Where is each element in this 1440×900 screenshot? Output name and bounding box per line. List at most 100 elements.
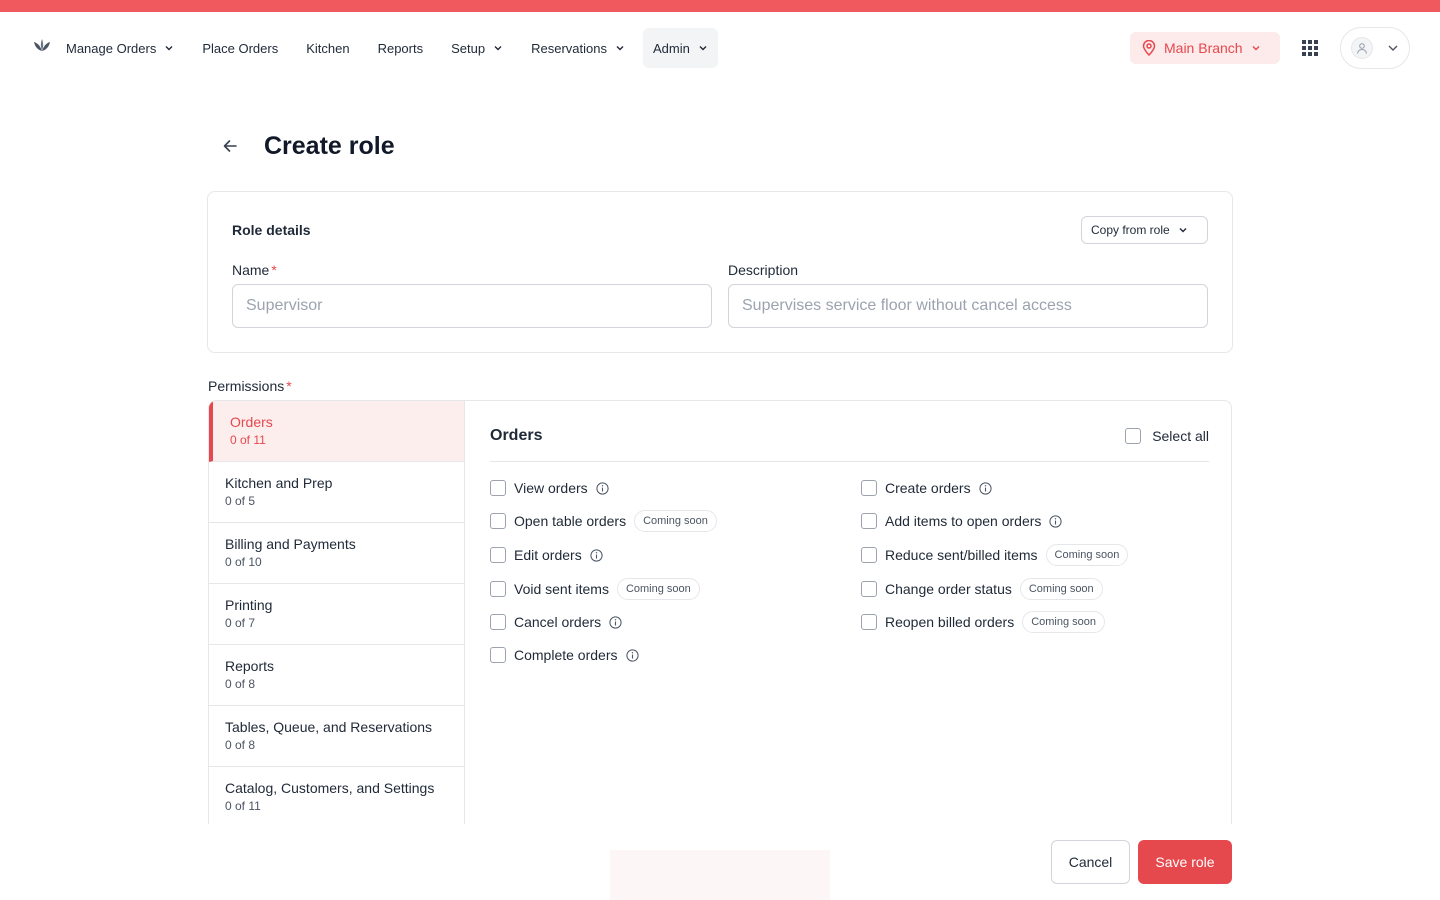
permission-label: Reduce sent/billed items (885, 547, 1038, 563)
coming-soon-badge: Coming soon (1019, 578, 1103, 600)
user-icon (1356, 43, 1368, 54)
permission-label: Void sent items (514, 581, 609, 597)
user-menu[interactable] (1340, 27, 1410, 69)
permission-checkbox[interactable] (861, 480, 877, 496)
permission-checkbox[interactable] (861, 513, 877, 529)
permission-checkbox[interactable] (490, 480, 506, 496)
permission-checkbox[interactable] (490, 614, 506, 630)
avatar (1351, 37, 1373, 59)
permissions-header: Orders Select all (490, 427, 1209, 462)
permission-checkbox[interactable] (490, 513, 506, 529)
permission-item[interactable]: Edit orders (490, 544, 603, 566)
permission-label: View orders (514, 480, 588, 496)
category-item[interactable]: Tables, Queue, and Reservations 0 of 8 (209, 706, 464, 767)
copy-from-role-label: Copy from role (1091, 223, 1170, 237)
background-panel (610, 850, 830, 900)
category-count: 0 of 8 (225, 677, 256, 691)
permission-item[interactable]: Reopen billed orders Coming soon (861, 611, 1106, 633)
nav-item-setup[interactable]: Setup (441, 28, 513, 68)
category-name: Reports (225, 658, 275, 674)
permission-item[interactable]: Open table orders Coming soon (490, 510, 717, 532)
permission-label: Reopen billed orders (885, 614, 1015, 630)
required-mark: * (271, 262, 277, 278)
category-count: 0 of 11 (225, 799, 261, 813)
permission-checkbox[interactable] (490, 647, 506, 663)
back-button[interactable] (208, 126, 252, 166)
nav-item-manage-orders[interactable]: Manage Orders (56, 28, 184, 68)
permission-item[interactable]: Cancel orders (490, 611, 622, 633)
permission-checkbox[interactable] (861, 581, 877, 597)
category-item[interactable]: Orders 0 of 11 (209, 401, 464, 462)
select-all-checkbox[interactable] (1125, 428, 1142, 444)
permission-label: Cancel orders (514, 614, 602, 630)
category-item[interactable]: Catalog, Customers, and Settings 0 of 11 (209, 767, 464, 824)
category-count: 0 of 10 (225, 555, 262, 569)
permissions-panel: Orders 0 of 11 Kitchen and Prep 0 of 5 Billi… (208, 400, 1232, 824)
leaf-logo-icon[interactable] (32, 38, 52, 52)
grid-icon[interactable] (1301, 39, 1319, 57)
permission-checkbox[interactable] (861, 547, 877, 563)
permission-checkbox[interactable] (490, 547, 506, 563)
save-role-button[interactable]: Save role (1138, 840, 1232, 884)
permission-item[interactable]: Reduce sent/billed items Coming soon (861, 544, 1129, 566)
category-name: Tables, Queue, and Reservations (225, 719, 433, 735)
page-header: Create role (208, 126, 395, 166)
category-name: Printing (225, 597, 273, 613)
nav-item-label: Manage Orders (66, 40, 157, 56)
permission-item[interactable]: Change order status Coming soon (861, 578, 1103, 600)
category-item[interactable]: Kitchen and Prep 0 of 5 (209, 462, 464, 523)
category-item[interactable]: Billing and Payments 0 of 10 (209, 523, 464, 584)
name-label: Name * (232, 262, 277, 278)
nav-item-label: Reservations (531, 40, 607, 56)
nav-item-label: Place Orders (202, 40, 279, 56)
category-count: 0 of 8 (225, 738, 256, 752)
coming-soon-badge: Coming soon (1022, 611, 1106, 633)
chevron-down-icon (616, 46, 624, 51)
cancel-button[interactable]: Cancel (1051, 840, 1130, 884)
name-input[interactable] (232, 284, 712, 328)
nav-item-admin[interactable]: Admin (642, 28, 718, 68)
category-name: Orders (230, 414, 273, 430)
nav-item-reports[interactable]: Reports (368, 28, 434, 68)
select-all-label: Select all (1152, 428, 1209, 444)
permission-item[interactable]: Create orders (861, 477, 992, 499)
coming-soon-badge: Coming soon (1045, 544, 1129, 566)
nav-item-place-orders[interactable]: Place Orders (192, 28, 288, 68)
copy-from-role-button[interactable]: Copy from role (1081, 216, 1208, 244)
nav-item-reservations[interactable]: Reservations (521, 28, 635, 68)
permission-item[interactable]: View orders (490, 477, 609, 499)
arrow-left-icon (223, 140, 237, 152)
permission-label: Create orders (885, 480, 971, 496)
select-all-toggle[interactable]: Select all (1125, 428, 1209, 444)
branch-selector[interactable]: Main Branch (1130, 32, 1280, 64)
info-icon[interactable] (1049, 514, 1063, 528)
category-item[interactable]: Printing 0 of 7 (209, 584, 464, 645)
info-icon[interactable] (596, 481, 609, 495)
category-name: Billing and Payments (225, 536, 356, 552)
category-count: 0 of 7 (225, 616, 256, 630)
info-icon[interactable] (590, 548, 603, 562)
permission-label: Edit orders (514, 547, 582, 563)
info-icon[interactable] (609, 615, 622, 629)
description-input[interactable] (728, 284, 1208, 328)
permission-categories: Orders 0 of 11 Kitchen and Prep 0 of 5 Billi… (209, 401, 465, 824)
chevron-down-icon (494, 46, 502, 51)
coming-soon-badge: Coming soon (616, 578, 700, 600)
permission-checkbox[interactable] (490, 581, 506, 597)
nav-item-kitchen[interactable]: Kitchen (296, 28, 359, 68)
info-icon[interactable] (625, 648, 639, 662)
chevron-down-icon (1252, 46, 1260, 51)
permission-label: Open table orders (514, 513, 627, 529)
permission-label: Add items to open orders (885, 513, 1042, 529)
permission-item[interactable]: Complete orders (490, 644, 639, 666)
permission-checkbox[interactable] (861, 614, 877, 630)
nav-menu: Manage Orders Place Orders Kitchen Reports S… (56, 28, 726, 68)
permission-label: Change order status (885, 581, 1012, 597)
permission-item[interactable]: Void sent items Coming soon (490, 578, 700, 600)
branch-name: Main Branch (1164, 40, 1243, 56)
permission-item[interactable]: Add items to open orders (861, 510, 1063, 532)
category-count: 0 of 11 (230, 433, 266, 447)
category-item[interactable]: Reports 0 of 8 (209, 645, 464, 706)
category-name: Kitchen and Prep (225, 475, 333, 491)
info-icon[interactable] (978, 481, 992, 495)
